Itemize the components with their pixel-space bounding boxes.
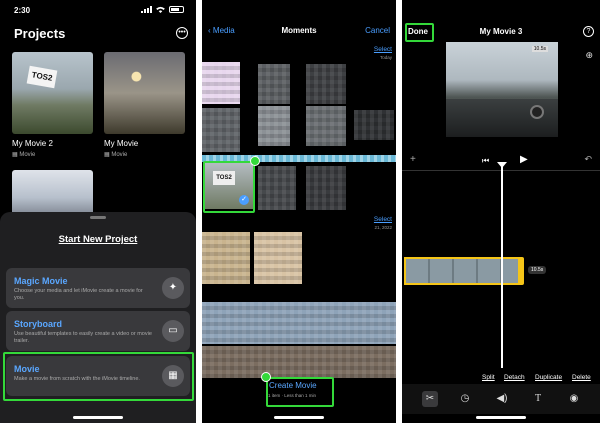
highlight-dot [250, 156, 260, 166]
volume-icon[interactable]: ◀) [494, 391, 510, 407]
viewer-time: 10.5s [531, 46, 548, 52]
ellipsis-circle-icon[interactable]: ••• [176, 27, 188, 39]
speed-icon[interactable]: ◷ [457, 391, 473, 407]
media-tile[interactable] [254, 232, 302, 284]
skip-back-icon[interactable]: ⏮ [482, 156, 489, 166]
home-indicator [476, 416, 526, 419]
edit-toolbar: ✂ ◷ ◀) T ◉ [402, 384, 600, 414]
project-type-label: Movie [19, 152, 36, 158]
section-date: Today [379, 55, 392, 60]
media-tile[interactable] [258, 166, 296, 210]
create-movie-sub: 1 item · Less than 1 min [268, 393, 317, 398]
media-tile[interactable] [202, 346, 396, 378]
project-type: ▦ Movie [104, 151, 127, 158]
magic-wand-icon: ✦ [162, 277, 184, 299]
question-circle-icon[interactable]: ? [583, 26, 594, 37]
film-icon: ▦ [104, 152, 110, 158]
magic-movie-option[interactable]: Magic Movie Choose your media and let iM… [6, 268, 190, 308]
text-icon[interactable]: T [530, 391, 546, 407]
project-type: ▦ Movie [12, 151, 35, 158]
media-tile[interactable] [354, 110, 394, 140]
project-thumbnail[interactable]: TOS2 [12, 52, 93, 134]
option-title: Magic Movie [14, 276, 68, 286]
playhead[interactable] [501, 165, 503, 368]
detach-button[interactable]: Detach [504, 374, 525, 381]
select-button[interactable]: Select [374, 216, 392, 223]
split-button[interactable]: Split [482, 374, 495, 381]
project-name: My Movie 2 [12, 139, 53, 148]
film-icon: ▦ [12, 152, 18, 158]
option-title: Storyboard [14, 319, 63, 329]
moments-screen: ‹ Media Moments Cancel Select Today TOS2… [202, 0, 396, 423]
play-icon[interactable]: ▶ [520, 154, 528, 165]
scissors-icon[interactable]: ✂ [422, 391, 438, 407]
nav-bar: ‹ Media Moments Cancel [202, 26, 396, 40]
clip-trim-handle[interactable] [518, 257, 524, 285]
storyboard-icon: ▭ [162, 320, 184, 342]
filters-icon[interactable]: ◉ [566, 391, 582, 407]
project-thumbnail[interactable] [12, 170, 93, 216]
media-tile[interactable] [306, 106, 346, 146]
video-viewer[interactable]: 10.5s [446, 42, 558, 137]
home-indicator [73, 416, 123, 419]
start-new-project-heading: Start New Project [58, 234, 138, 245]
section-date: 21, 2022 [374, 225, 392, 230]
media-tile[interactable] [202, 302, 396, 344]
clip-duration: 10.5s [528, 266, 547, 274]
cancel-button[interactable]: Cancel [365, 26, 390, 35]
timeline-clip[interactable] [404, 257, 521, 285]
media-tile[interactable] [202, 62, 240, 104]
home-indicator [274, 416, 324, 419]
status-time: 2:30 [14, 6, 31, 15]
battery-icon [169, 6, 184, 13]
create-movie-button[interactable]: Create Movie [269, 381, 317, 390]
media-tile[interactable] [258, 106, 290, 146]
media-tile[interactable] [306, 166, 346, 210]
select-button[interactable]: Select [374, 46, 392, 53]
page-title: Projects [14, 26, 66, 41]
highlight-box [203, 161, 255, 213]
zoom-icon[interactable]: ⊕ [585, 50, 593, 61]
editor-screen: Done My Movie 3 ? ⊕ 10.5s + ⏮ ▶ ↶ 10.5s … [402, 0, 600, 423]
duplicate-button[interactable]: Duplicate [535, 374, 562, 381]
option-desc: Use beautiful templates to easily create… [14, 331, 152, 344]
wifi-icon [156, 6, 165, 13]
media-tile[interactable] [202, 232, 250, 284]
viewer-dashboard [446, 99, 558, 137]
highlight-box [405, 23, 434, 42]
delete-button[interactable]: Delete [572, 374, 591, 381]
add-media-icon[interactable]: + [410, 154, 416, 165]
thumbnail-sign: TOS2 [26, 65, 58, 89]
project-thumbnail[interactable] [104, 52, 185, 134]
project-name: My Movie [104, 139, 139, 148]
projects-screen: 2:30 Projects ••• TOS2 My Movie 2 ▦ Movi… [0, 0, 196, 423]
media-tile[interactable] [258, 64, 290, 104]
option-desc: Choose your media and let iMovie create … [14, 288, 143, 301]
undo-icon[interactable]: ↶ [584, 154, 592, 165]
viewer-vent [530, 105, 544, 119]
media-tile[interactable] [202, 108, 240, 152]
storyboard-option[interactable]: Storyboard Use beautiful templates to ea… [6, 311, 190, 351]
media-tile[interactable] [306, 64, 346, 104]
status-bar: 2:30 [0, 6, 196, 18]
sheet-grabber[interactable] [90, 216, 106, 219]
highlight-box [3, 352, 194, 401]
project-type-label: Movie [111, 152, 128, 158]
cellular-signal-icon [141, 6, 152, 13]
